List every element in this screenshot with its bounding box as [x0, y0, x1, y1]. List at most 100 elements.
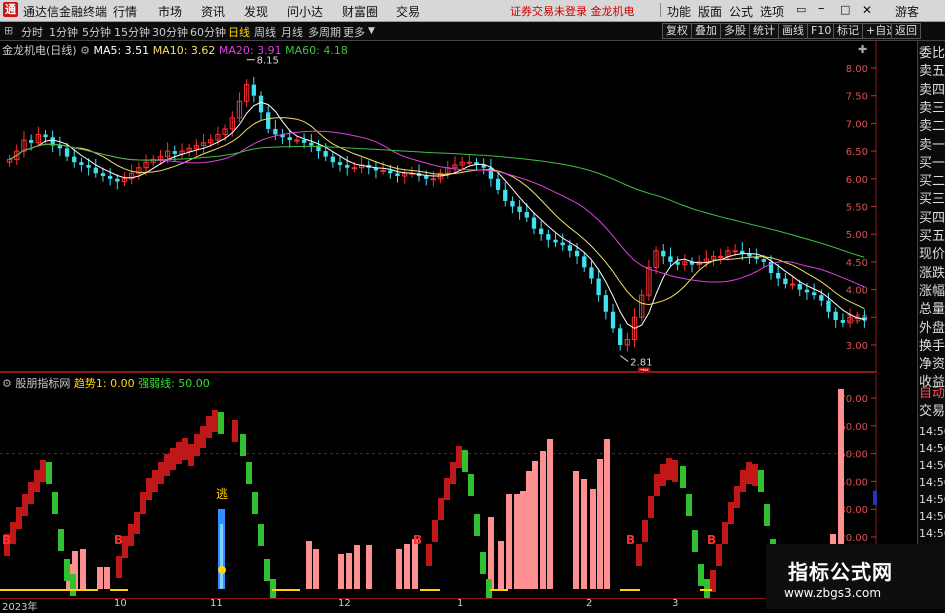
stock-label[interactable]: 金龙机电(日线) — [2, 44, 77, 57]
strength-step — [134, 512, 140, 534]
period-30min[interactable]: 30分钟 — [152, 24, 188, 40]
quote-label-5: 卖一 — [919, 137, 945, 153]
ma10-legend: MA10: 3.62 — [152, 44, 216, 57]
indicator-column — [581, 479, 587, 589]
menu-jiaoyi[interactable]: 交易 — [396, 3, 420, 20]
menu-caifuquan[interactable]: 财富圈 — [342, 3, 378, 20]
more-chevron-down-icon[interactable]: ▼ — [368, 26, 375, 36]
maximize-icon[interactable]: □ — [840, 3, 850, 16]
pane-divider[interactable] — [0, 371, 877, 373]
buy-marker: B — [626, 533, 635, 547]
strength-step — [758, 470, 764, 492]
indicator-column — [338, 554, 344, 589]
candle-down — [309, 142, 314, 146]
kline-chart[interactable]: 8.007.507.006.506.005.505.004.504.003.50… — [0, 41, 877, 371]
ma20-legend: MA20: 3.91 — [218, 44, 282, 57]
strength-step — [672, 460, 678, 482]
menu-hangqing[interactable]: 行情 — [113, 3, 137, 20]
strength-step — [680, 466, 686, 488]
tab-trade[interactable]: 交易 — [919, 403, 945, 421]
strength-step — [258, 524, 264, 546]
menu-faxian[interactable]: 发现 — [244, 3, 268, 20]
btn-f10[interactable]: F10 — [807, 23, 836, 39]
period-60min[interactable]: 60分钟 — [190, 24, 226, 40]
price-tick-label: 5.50 — [846, 203, 868, 214]
candle-down — [610, 311, 616, 329]
candle-up — [789, 283, 796, 286]
btn-tongji[interactable]: 统计 — [749, 23, 779, 39]
candle-down — [776, 272, 781, 279]
strength-step — [264, 559, 270, 581]
minimize-icon[interactable]: – — [818, 1, 825, 16]
period-monthly[interactable]: 月线 — [281, 24, 303, 40]
period-5min[interactable]: 5分钟 — [82, 24, 111, 40]
period-weekly[interactable]: 周线 — [254, 24, 276, 40]
candle-down — [797, 284, 802, 290]
period-daily[interactable]: 日线 — [228, 24, 250, 40]
btn-fuquan[interactable]: 复权 — [662, 23, 692, 39]
price-tick-label: 7.50 — [846, 92, 868, 103]
strength-step — [240, 434, 246, 456]
period-1min[interactable]: 1分钟 — [49, 24, 78, 40]
toolbar-grid-icon[interactable]: ⊞ — [4, 24, 13, 37]
candle-down — [115, 178, 120, 182]
indicator-column — [540, 451, 546, 589]
quote-label-2: 卖四 — [919, 82, 945, 98]
candle-down — [172, 151, 177, 154]
candle-down — [560, 242, 565, 246]
btn-diejia[interactable]: 叠加 — [691, 23, 721, 39]
x-label-nov: 11 — [210, 598, 223, 609]
strength-step — [462, 450, 468, 472]
btn-fanhui[interactable]: 返回 — [891, 23, 921, 39]
strength-step — [432, 520, 438, 542]
strength-step — [22, 494, 28, 516]
buy-marker: B — [413, 533, 422, 547]
chart-plus-icon[interactable]: ✚ — [858, 43, 867, 56]
ma5-legend: MA5: 3.51 — [93, 44, 150, 57]
candle-down — [524, 212, 529, 218]
x-axis: 2023年 10 11 12 1 2 3 — [0, 598, 877, 613]
main-chart-header: 金龙机电(日线) ⚙ MA5: 3.51 MA10: 3.62 MA20: 3.… — [2, 42, 348, 58]
watermark-title: 指标公式网 — [788, 560, 893, 584]
candle-down — [100, 173, 106, 177]
close-icon[interactable]: ✕ — [862, 3, 872, 17]
price-tick-label: 7.00 — [846, 119, 868, 130]
watermark-url: www.zbgs3.com — [784, 586, 882, 600]
quote-label-11: 现价 — [919, 247, 945, 263]
strength-legend: 强弱线: 50.00 — [138, 377, 210, 390]
period-more[interactable]: 更多 — [343, 24, 365, 40]
window-box-icon[interactable]: ▭ — [796, 3, 806, 16]
tab-auto[interactable]: 自动 — [919, 385, 945, 403]
menu-banmian[interactable]: 版面 — [698, 3, 722, 20]
candle-down — [661, 250, 666, 257]
guest-label[interactable]: 游客 — [895, 3, 919, 20]
strength-step — [764, 504, 770, 526]
indicator-chart[interactable]: 70.0060.0050.0040.0030.0020.00逃BBBBB33.7… — [0, 374, 877, 599]
quote-label-7: 买二 — [919, 174, 945, 190]
login-notice[interactable]: 证券交易未登录 金龙机电 — [510, 3, 635, 19]
btn-biaoji[interactable]: 标记 — [833, 23, 863, 39]
candle-down — [833, 311, 838, 321]
settings-gear-icon[interactable]: ⚙ — [2, 377, 12, 390]
period-multi[interactable]: 多周期 — [308, 24, 341, 40]
period-15min[interactable]: 15分钟 — [114, 24, 150, 40]
menu-xuanxiang[interactable]: 选项 — [760, 3, 784, 20]
candle-down — [517, 206, 522, 213]
menu-shichang[interactable]: 市场 — [158, 3, 182, 20]
settings-gear-icon[interactable]: ⚙ — [80, 44, 90, 57]
btn-duogu[interactable]: 多股 — [720, 23, 750, 39]
strength-step — [64, 559, 70, 581]
menu-zixun[interactable]: 资讯 — [201, 3, 225, 20]
menu-gongshi[interactable]: 公式 — [729, 3, 753, 20]
strength-step — [182, 438, 188, 460]
period-fenshi[interactable]: 分时 — [21, 24, 43, 40]
indicator-name[interactable]: 股朋指标网 — [15, 377, 70, 390]
menu-gongneng[interactable]: 功能 — [667, 3, 691, 20]
strength-step — [246, 462, 252, 484]
menu-wenxiaoda[interactable]: 问小达 — [287, 3, 323, 20]
quote-label-14: 总量 — [919, 302, 945, 318]
indicator-column — [97, 567, 103, 589]
strength-step — [40, 460, 46, 482]
strength-step — [752, 464, 758, 486]
btn-huaxian[interactable]: 画线 — [778, 23, 808, 39]
